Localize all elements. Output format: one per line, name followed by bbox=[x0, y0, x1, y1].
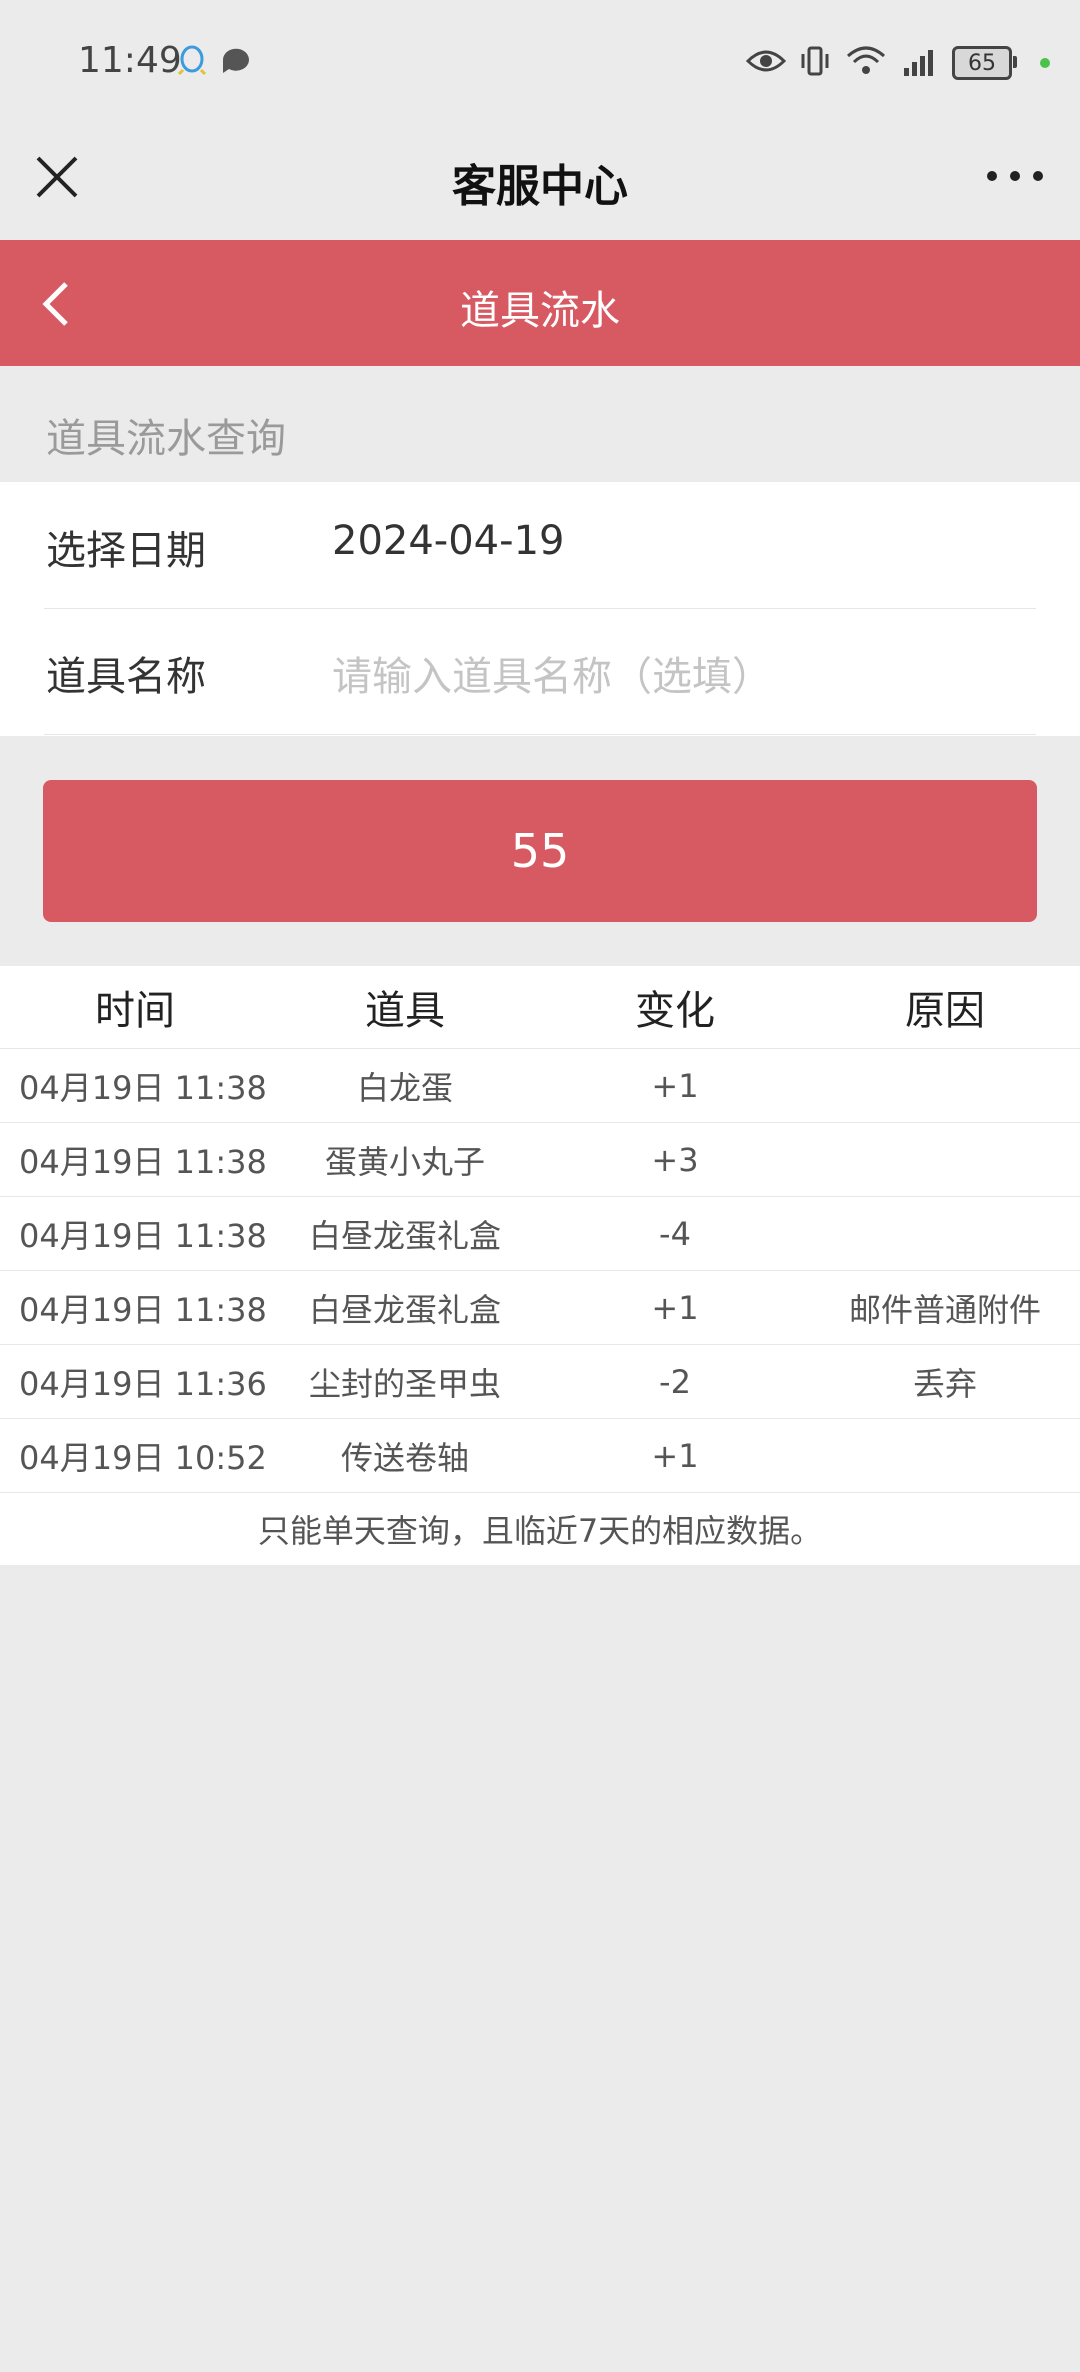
cell-time: 04月19日 11:38 bbox=[19, 1068, 267, 1107]
table-row: 04月19日 11:36 尘封的圣甲虫 -2 丢弃 bbox=[0, 1345, 1080, 1419]
table-row: 04月19日 11:38 蛋黄小丸子 +3 bbox=[0, 1123, 1080, 1197]
cell-reason: 丢弃 bbox=[912, 1364, 977, 1403]
cell-time: 04月19日 11:38 bbox=[19, 1216, 267, 1255]
nav-bar: 客服中心 bbox=[0, 120, 1080, 240]
nav-title: 客服中心 bbox=[452, 161, 628, 212]
cell-change: -4 bbox=[659, 1214, 691, 1253]
cell-item: 尘封的圣甲虫 bbox=[308, 1364, 501, 1403]
cell-item: 白龙蛋 bbox=[356, 1068, 453, 1107]
cell-change: +1 bbox=[651, 1436, 699, 1475]
section-label: 道具流水查询 bbox=[46, 416, 286, 462]
cell-change: +1 bbox=[651, 1288, 699, 1327]
more-icon[interactable] bbox=[980, 150, 1050, 210]
status-time: 11:49 bbox=[78, 40, 182, 81]
battery-icon: 65 bbox=[952, 46, 1017, 80]
table-row: 04月19日 11:38 白昼龙蛋礼盒 +1 邮件普通附件 bbox=[0, 1271, 1080, 1345]
cell-reason: 邮件普通附件 bbox=[848, 1290, 1041, 1329]
query-form: 选择日期 2024-04-19 道具名称 请输入道具名称（选填） bbox=[0, 482, 1080, 736]
date-row[interactable]: 选择日期 2024-04-19 bbox=[44, 482, 1036, 609]
vibrate-icon bbox=[798, 44, 832, 82]
qq-icon bbox=[175, 44, 209, 82]
page-header: 道具流水 bbox=[0, 240, 1080, 366]
table-row: 04月19日 11:38 白龙蛋 +1 bbox=[0, 1049, 1080, 1123]
item-name-input[interactable]: 请输入道具名称（选填） bbox=[332, 644, 772, 702]
chat-icon bbox=[219, 44, 253, 82]
item-log-table: 时间 道具 变化 原因 04月19日 11:38 白龙蛋 +1 04月19日 1… bbox=[0, 966, 1080, 1565]
cell-time: 04月19日 11:36 bbox=[19, 1364, 267, 1403]
table-header: 时间 道具 变化 原因 bbox=[0, 966, 1080, 1049]
eye-icon bbox=[745, 47, 787, 79]
privacy-indicator bbox=[1040, 58, 1050, 68]
item-label: 道具名称 bbox=[46, 654, 206, 700]
status-bar: 11:49 65 bbox=[0, 0, 1080, 120]
cell-item: 白昼龙蛋礼盒 bbox=[308, 1290, 501, 1329]
header-reason: 原因 bbox=[905, 988, 985, 1034]
cell-item: 蛋黄小丸子 bbox=[324, 1142, 485, 1181]
cell-change: +3 bbox=[651, 1140, 699, 1179]
cell-time: 04月19日 11:38 bbox=[19, 1290, 267, 1329]
header-time: 时间 bbox=[95, 988, 175, 1034]
signal-icon bbox=[900, 44, 940, 82]
header-item: 道具 bbox=[365, 988, 445, 1034]
header-change: 变化 bbox=[635, 988, 715, 1034]
page-title: 道具流水 bbox=[460, 288, 620, 334]
cell-time: 04月19日 10:52 bbox=[19, 1438, 267, 1477]
cell-change: +1 bbox=[651, 1066, 699, 1105]
date-label: 选择日期 bbox=[46, 528, 206, 574]
cell-item: 传送卷轴 bbox=[340, 1438, 469, 1477]
cell-change: -2 bbox=[659, 1362, 691, 1401]
cell-item: 白昼龙蛋礼盒 bbox=[308, 1216, 501, 1255]
cell-time: 04月19日 11:38 bbox=[19, 1142, 267, 1181]
item-row: 道具名称 请输入道具名称（选填） bbox=[44, 608, 1036, 735]
table-footer-note: 只能单天查询，且临近7天的相应数据。 bbox=[257, 1512, 823, 1550]
wifi-icon bbox=[844, 44, 888, 82]
table-row: 04月19日 10:52 传送卷轴 +1 bbox=[0, 1419, 1080, 1493]
table-row: 04月19日 11:38 白昼龙蛋礼盒 -4 bbox=[0, 1197, 1080, 1271]
date-picker[interactable]: 2024-04-19 bbox=[332, 518, 564, 564]
query-button[interactable]: 55 bbox=[43, 780, 1037, 922]
